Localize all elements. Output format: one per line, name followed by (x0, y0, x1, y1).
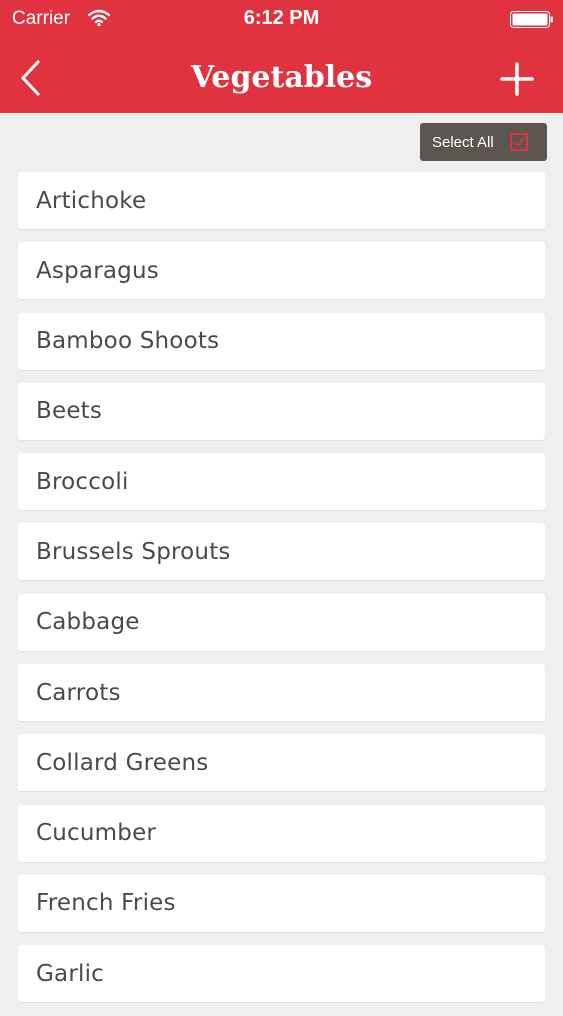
nav-header: Carrier 6:12 PM Vegetables (0, 0, 563, 113)
plus-icon (496, 62, 538, 104)
list-item[interactable]: Cabbage (18, 593, 545, 651)
list-item-label: Carrots (36, 679, 121, 706)
list-item-label: Cucumber (36, 820, 157, 847)
select-all-label: Select All (432, 133, 494, 151)
list-item-label: Beets (36, 398, 103, 425)
list-item-label: Broccoli (36, 468, 129, 495)
page-title: Vegetables (190, 60, 373, 95)
status-bar: Carrier 6:12 PM (0, 0, 563, 38)
list-item[interactable]: Beets (18, 382, 545, 440)
list-item-label: Asparagus (36, 257, 159, 284)
list-item[interactable]: Carrots (18, 664, 545, 722)
list-item-label: Cabbage (36, 609, 140, 636)
list-item[interactable]: Cucumber (18, 804, 545, 862)
list-item[interactable]: Garlic (18, 945, 545, 1003)
list-item[interactable]: Asparagus (18, 242, 545, 300)
list-item[interactable]: Brussels Sprouts (18, 523, 545, 581)
list-item[interactable]: Artichoke (18, 172, 545, 229)
list-item[interactable]: Collard Greens (18, 734, 545, 792)
list-item-label: Garlic (36, 960, 104, 987)
status-time: 6:12 PM (243, 7, 320, 29)
list-item-label: Artichoke (36, 187, 147, 214)
list-item-label: Brussels Sprouts (36, 538, 231, 565)
add-button[interactable] (496, 58, 538, 100)
battery-icon (510, 11, 554, 28)
list-item[interactable]: French Fries (18, 874, 545, 932)
list-item[interactable]: Bamboo Shoots (18, 312, 545, 370)
list-item-label: Bamboo Shoots (36, 328, 220, 355)
checkbox-checked-icon (510, 133, 528, 151)
vegetable-list: Artichoke Asparagus Bamboo Shoots Beets … (18, 172, 545, 1016)
list-item-label: French Fries (36, 890, 176, 917)
list-item[interactable]: Broccoli (18, 453, 545, 511)
select-all-button[interactable]: Select All (420, 123, 547, 161)
list-item-label: Collard Greens (36, 749, 209, 776)
